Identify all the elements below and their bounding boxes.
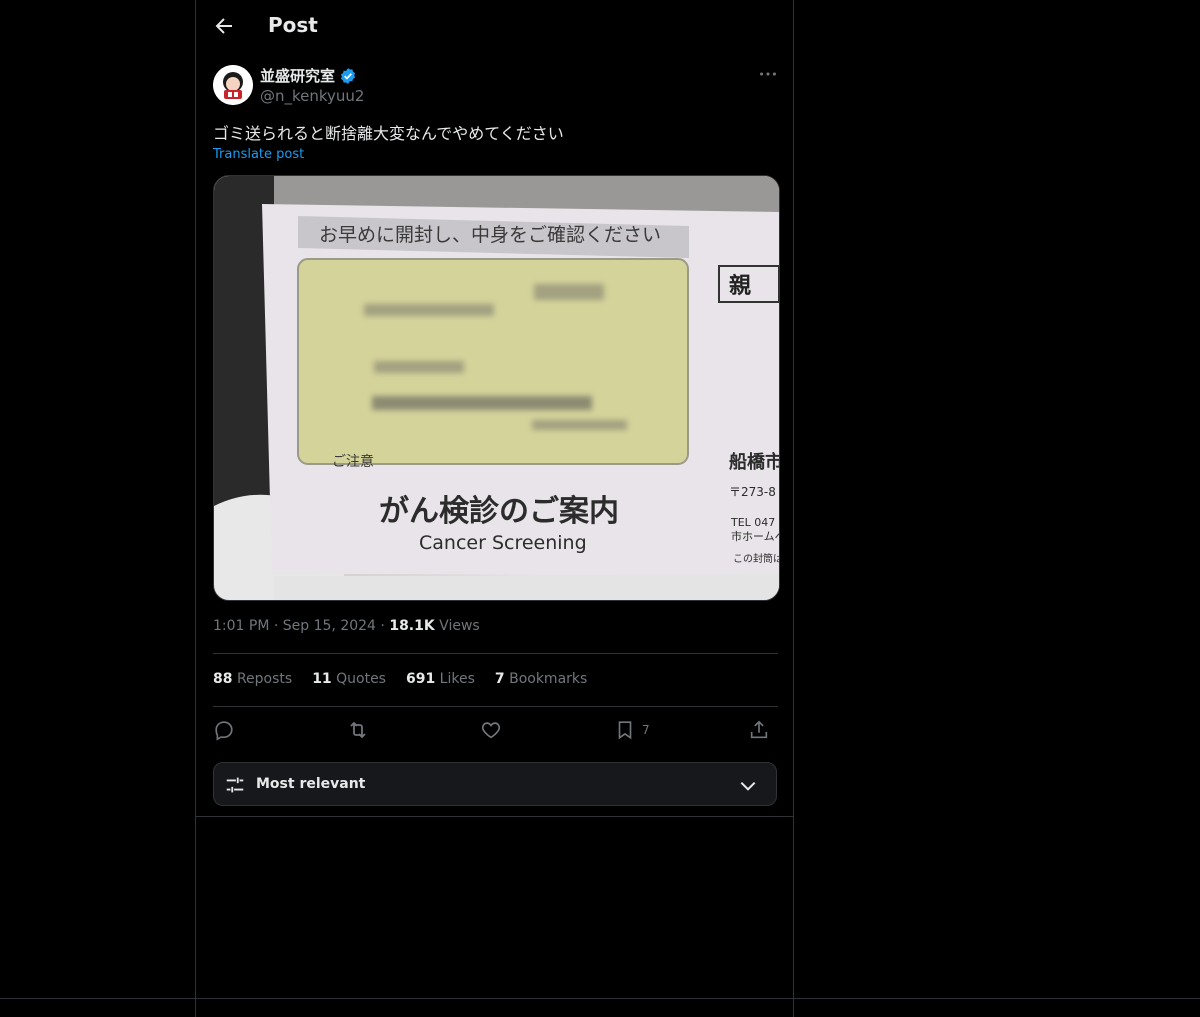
reposts-label: Reposts xyxy=(236,671,293,687)
post-time[interactable]: 1:01 PM xyxy=(213,618,269,634)
envelope-window xyxy=(297,258,689,465)
envelope-sub-text: Cancer Screening xyxy=(419,532,587,554)
more-options-icon[interactable] xyxy=(757,63,779,85)
repost-button[interactable] xyxy=(346,718,370,742)
likes-stat[interactable]: 691 Likes xyxy=(406,671,475,687)
meta-separator: · xyxy=(273,618,279,634)
post-stats: 88 Reposts 11 Quotes 691 Likes 7 Bookmar… xyxy=(213,671,587,687)
envelope-web-text: 市ホームペ xyxy=(731,529,779,543)
envelope-main-text: がん検診のご案内 xyxy=(379,494,619,529)
post-text: ゴミ送られると断捨離大変なんでやめてください xyxy=(213,124,564,143)
meta-separator: · xyxy=(380,618,385,634)
post-meta: 1:01 PM · Sep 15, 2024 · 18.1K Views xyxy=(213,618,480,634)
quotes-count: 11 xyxy=(312,671,332,687)
envelope-note-text: この封筒は xyxy=(733,552,779,565)
sort-replies-dropdown[interactable]: Most relevant xyxy=(213,762,777,806)
author-name[interactable]: 並盛研究室 xyxy=(260,65,335,86)
share-button[interactable] xyxy=(748,718,770,742)
action-bar: 7 xyxy=(213,718,778,744)
translate-post-link[interactable]: Translate post xyxy=(213,147,304,162)
chevron-down-icon xyxy=(740,781,756,791)
header: Post xyxy=(196,0,793,54)
divider xyxy=(213,653,778,654)
sliders-icon xyxy=(226,777,244,793)
quotes-stat[interactable]: 11 Quotes xyxy=(312,671,386,687)
reply-button[interactable] xyxy=(213,718,235,742)
reposts-stat[interactable]: 88 Reposts xyxy=(213,671,292,687)
envelope-tel-text: TEL 047 xyxy=(730,516,775,529)
bookmarks-label: Bookmarks xyxy=(509,671,588,687)
reposts-count: 88 xyxy=(213,671,233,687)
verified-badge-icon xyxy=(340,67,356,84)
author-handle[interactable]: @n_kenkyuu2 xyxy=(260,87,364,105)
window-note-text: ご注意 xyxy=(332,453,374,470)
divider xyxy=(196,816,793,817)
envelope-side-label: 親 xyxy=(729,274,751,299)
repost-icon xyxy=(350,721,366,739)
likes-label: Likes xyxy=(439,671,475,687)
views-label: Views xyxy=(439,618,480,634)
avatar-image xyxy=(213,65,253,105)
quotes-label: Quotes xyxy=(336,671,386,687)
envelope-zip-text: 〒273-8 xyxy=(729,485,776,499)
bookmarks-stat[interactable]: 7 Bookmarks xyxy=(495,671,587,687)
share-icon xyxy=(750,720,768,739)
bottom-divider xyxy=(0,998,1200,999)
bookmarks-count: 7 xyxy=(494,671,505,687)
bookmark-count: 7 xyxy=(642,723,650,737)
divider xyxy=(213,706,778,707)
sort-label: Most relevant xyxy=(256,776,366,792)
envelope-photo: お早めに開封し、中身をご確認ください ご注意 親 がん検診のご案内 Cancer… xyxy=(214,176,779,600)
like-button[interactable] xyxy=(480,718,502,742)
heart-icon xyxy=(481,722,501,739)
bookmark-icon xyxy=(618,721,632,740)
envelope-banner-text: お早めに開封し、中身をご確認ください xyxy=(319,224,661,246)
avatar[interactable] xyxy=(213,65,253,105)
main-column: Post 並盛研究室 @n_kenkyuu2 ゴミ送られると断捨離大変なんでやめ… xyxy=(195,0,794,1017)
bookmark-button[interactable]: 7 xyxy=(614,718,650,742)
post-date[interactable]: Sep 15, 2024 xyxy=(283,618,376,634)
back-arrow-icon[interactable] xyxy=(212,14,236,38)
post-image[interactable]: お早めに開封し、中身をご確認ください ご注意 親 がん検診のご案内 Cancer… xyxy=(213,175,780,601)
views-count: 18.1K xyxy=(389,618,435,634)
reply-icon xyxy=(215,721,233,741)
page-title: Post xyxy=(268,13,318,37)
likes-count: 691 xyxy=(405,671,436,687)
envelope-city-text: 船橋市 xyxy=(729,451,779,473)
author-name-row[interactable]: 並盛研究室 xyxy=(260,65,357,86)
